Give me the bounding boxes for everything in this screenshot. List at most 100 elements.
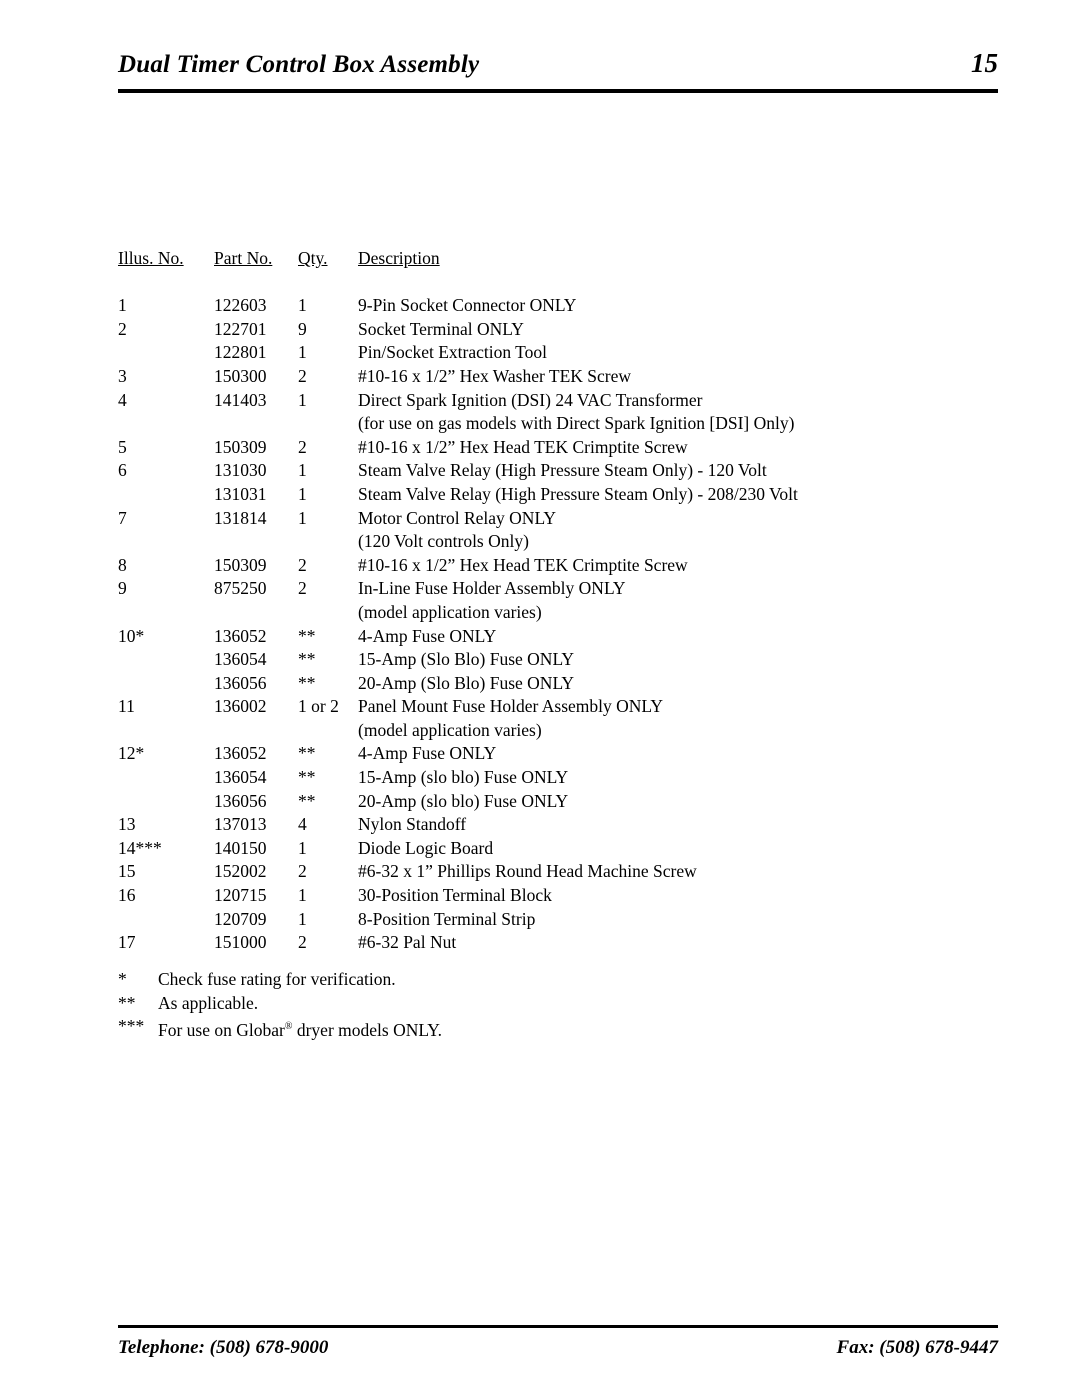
footer-telephone: Telephone: (508) 678-9000 [118,1337,329,1358]
cell-description: 20-Amp (Slo Blo) Fuse ONLY [358,672,575,693]
cell-part-no: 131031 [214,483,267,504]
cell-description: 15-Amp (Slo Blo) Fuse ONLY [358,649,575,670]
column-header-illus: Illus. No. [118,248,184,268]
cell-illus-no [118,486,214,510]
cell-illus-no [118,911,214,935]
table-row: 15 152002 2 #6-32 x 1” Phillips Round Head … [118,863,998,887]
cell-description: (for use on gas models with Direct Spark… [358,413,795,434]
table-row: (model application varies) [118,601,998,628]
cell-part-no: 120709 [214,908,267,929]
cell-description: Diode Logic Board [358,837,494,858]
cell-qty: 2 [298,932,307,953]
cell-description: Direct Spark Ignition (DSI) 24 VAC Trans… [358,389,703,410]
cell-description: 4-Amp Fuse ONLY [358,743,497,764]
cell-qty [298,722,358,746]
cell-qty: 4 [298,814,307,835]
table-row: 2 122701 9 Socket Terminal ONLY [118,318,998,345]
cell-description: Motor Control Relay ONLY [358,507,557,528]
cell-qty: ** [298,625,316,646]
cell-part-no [214,722,298,746]
cell-description: #6-32 x 1” Phillips Round Head Machine S… [358,861,697,882]
cell-description: 9-Pin Socket Connector ONLY [358,295,577,316]
cell-illus-no [118,769,214,793]
cell-qty: ** [298,767,316,788]
cell-qty: 1 [298,507,307,528]
cell-part-no: 875250 [214,578,267,599]
cell-part-no: 122701 [214,318,267,339]
footer-fax: Fax: (508) 678-9447 [836,1337,998,1358]
table-row: 14*** 140150 1 Diode Logic Board [118,837,998,864]
page-title: Dual Timer Control Box Assembly [118,51,480,78]
cell-qty [298,415,358,439]
table-row: 6 131030 1 Steam Valve Relay (High Pressure… [118,462,998,486]
cell-illus-no: 2 [118,318,127,339]
table-row: 3 150300 2 #10-16 x 1/2” Hex Washer TEK Scr… [118,365,998,392]
cell-part-no: 150309 [214,554,267,575]
table-row: (model application varies) [118,719,998,746]
cell-illus-no: 1 [118,295,127,316]
cell-qty: ** [298,790,316,811]
cell-part-no: 131030 [214,460,267,481]
cell-description: In-Line Fuse Holder Assembly ONLY [358,578,626,599]
cell-description: Steam Valve Relay (High Pressure Steam O… [358,483,798,504]
table-row: 136054 ** 15-Amp (slo blo) Fuse ONLY [118,767,998,793]
cell-part-no [214,415,298,439]
footnote-triple-asterisk: *** For use on Globar® dryer models ONLY… [118,1015,998,1042]
cell-qty: 1 [298,342,307,363]
cell-illus-no [118,651,214,675]
table-row: 12* 136052 ** 4-Amp Fuse ONLY [118,745,998,769]
cell-qty: 2 [298,578,307,599]
table-row: 16 120715 1 30-Position Terminal Block [118,886,998,911]
table-row: 13 137013 4 Nylon Standoff [118,816,998,840]
cell-description: Pin/Socket Extraction Tool [358,342,547,363]
cell-description: 15-Amp (slo blo) Fuse ONLY [358,767,569,788]
cell-illus-no [118,722,214,746]
cell-description: (model application varies) [358,719,542,740]
table-row: 136054 ** 15-Amp (Slo Blo) Fuse ONLY [118,649,998,675]
cell-illus-no: 17 [118,932,136,953]
cell-part-no: 140150 [214,837,267,858]
parts-table-container: Illus. No. Part No. Qty. Description 1 12… [118,248,998,958]
cell-description: (model application varies) [358,601,542,622]
column-header-desc: Description [358,248,440,268]
cell-part-no: 136052 [214,743,267,764]
cell-qty: ** [298,743,316,764]
cell-illus-no: 5 [118,436,127,457]
cell-illus-no: 11 [118,696,135,717]
cell-part-no: 137013 [214,814,267,835]
cell-description: #6-32 Pal Nut [358,932,457,953]
table-spacer-row [118,274,998,298]
cell-qty: 2 [298,365,307,386]
cell-illus-no: 9 [118,578,127,599]
table-row: 136056 ** 20-Amp (slo blo) Fuse ONLY [118,790,998,817]
table-row: 131031 1 Steam Valve Relay (High Pressure … [118,483,998,510]
table-row: 9 875250 2 In-Line Fuse Holder Assembly ONL… [118,580,998,604]
cell-illus-no: 10* [118,625,145,646]
cell-qty: 1 [298,837,307,858]
cell-part-no: 136056 [214,672,267,693]
table-row: 4 141403 1 Direct Spark Ignition (DSI) 24 V… [118,389,998,416]
cell-illus-no [118,415,214,439]
cell-description: Socket Terminal ONLY [358,318,524,339]
cell-part-no: 136052 [214,625,267,646]
table-row: 136056 ** 20-Amp (Slo Blo) Fuse ONLY [118,672,998,699]
cell-part-no: 131814 [214,507,267,528]
cell-qty: 2 [298,861,307,882]
header-divider [118,89,998,93]
table-row: 1 122603 1 9-Pin Socket Connector ONLY [118,297,998,321]
cell-illus-no [118,344,214,368]
cell-qty [298,604,358,628]
cell-qty: 1 [298,483,307,504]
cell-part-no: 122603 [214,295,267,316]
footnotes: * Check fuse rating for verification. **… [118,968,998,1042]
cell-illus-no: 7 [118,507,127,528]
cell-description: #10-16 x 1/2” Hex Head TEK Crimptite Scr… [358,436,688,457]
cell-illus-no: 8 [118,554,127,575]
parts-table: Illus. No. Part No. Qty. Description 1 12… [118,248,998,958]
cell-part-no: 136054 [214,649,267,670]
footnote-text-before: For use on Globar [158,1019,285,1040]
table-row: 5 150309 2 #10-16 x 1/2” Hex Head TEK Crimp… [118,436,998,463]
cell-illus-no: 12* [118,743,145,764]
table-row: 7 131814 1 Motor Control Relay ONLY [118,507,998,534]
table-row: 8 150309 2 #10-16 x 1/2” Hex Head TEK Crimp… [118,554,998,581]
